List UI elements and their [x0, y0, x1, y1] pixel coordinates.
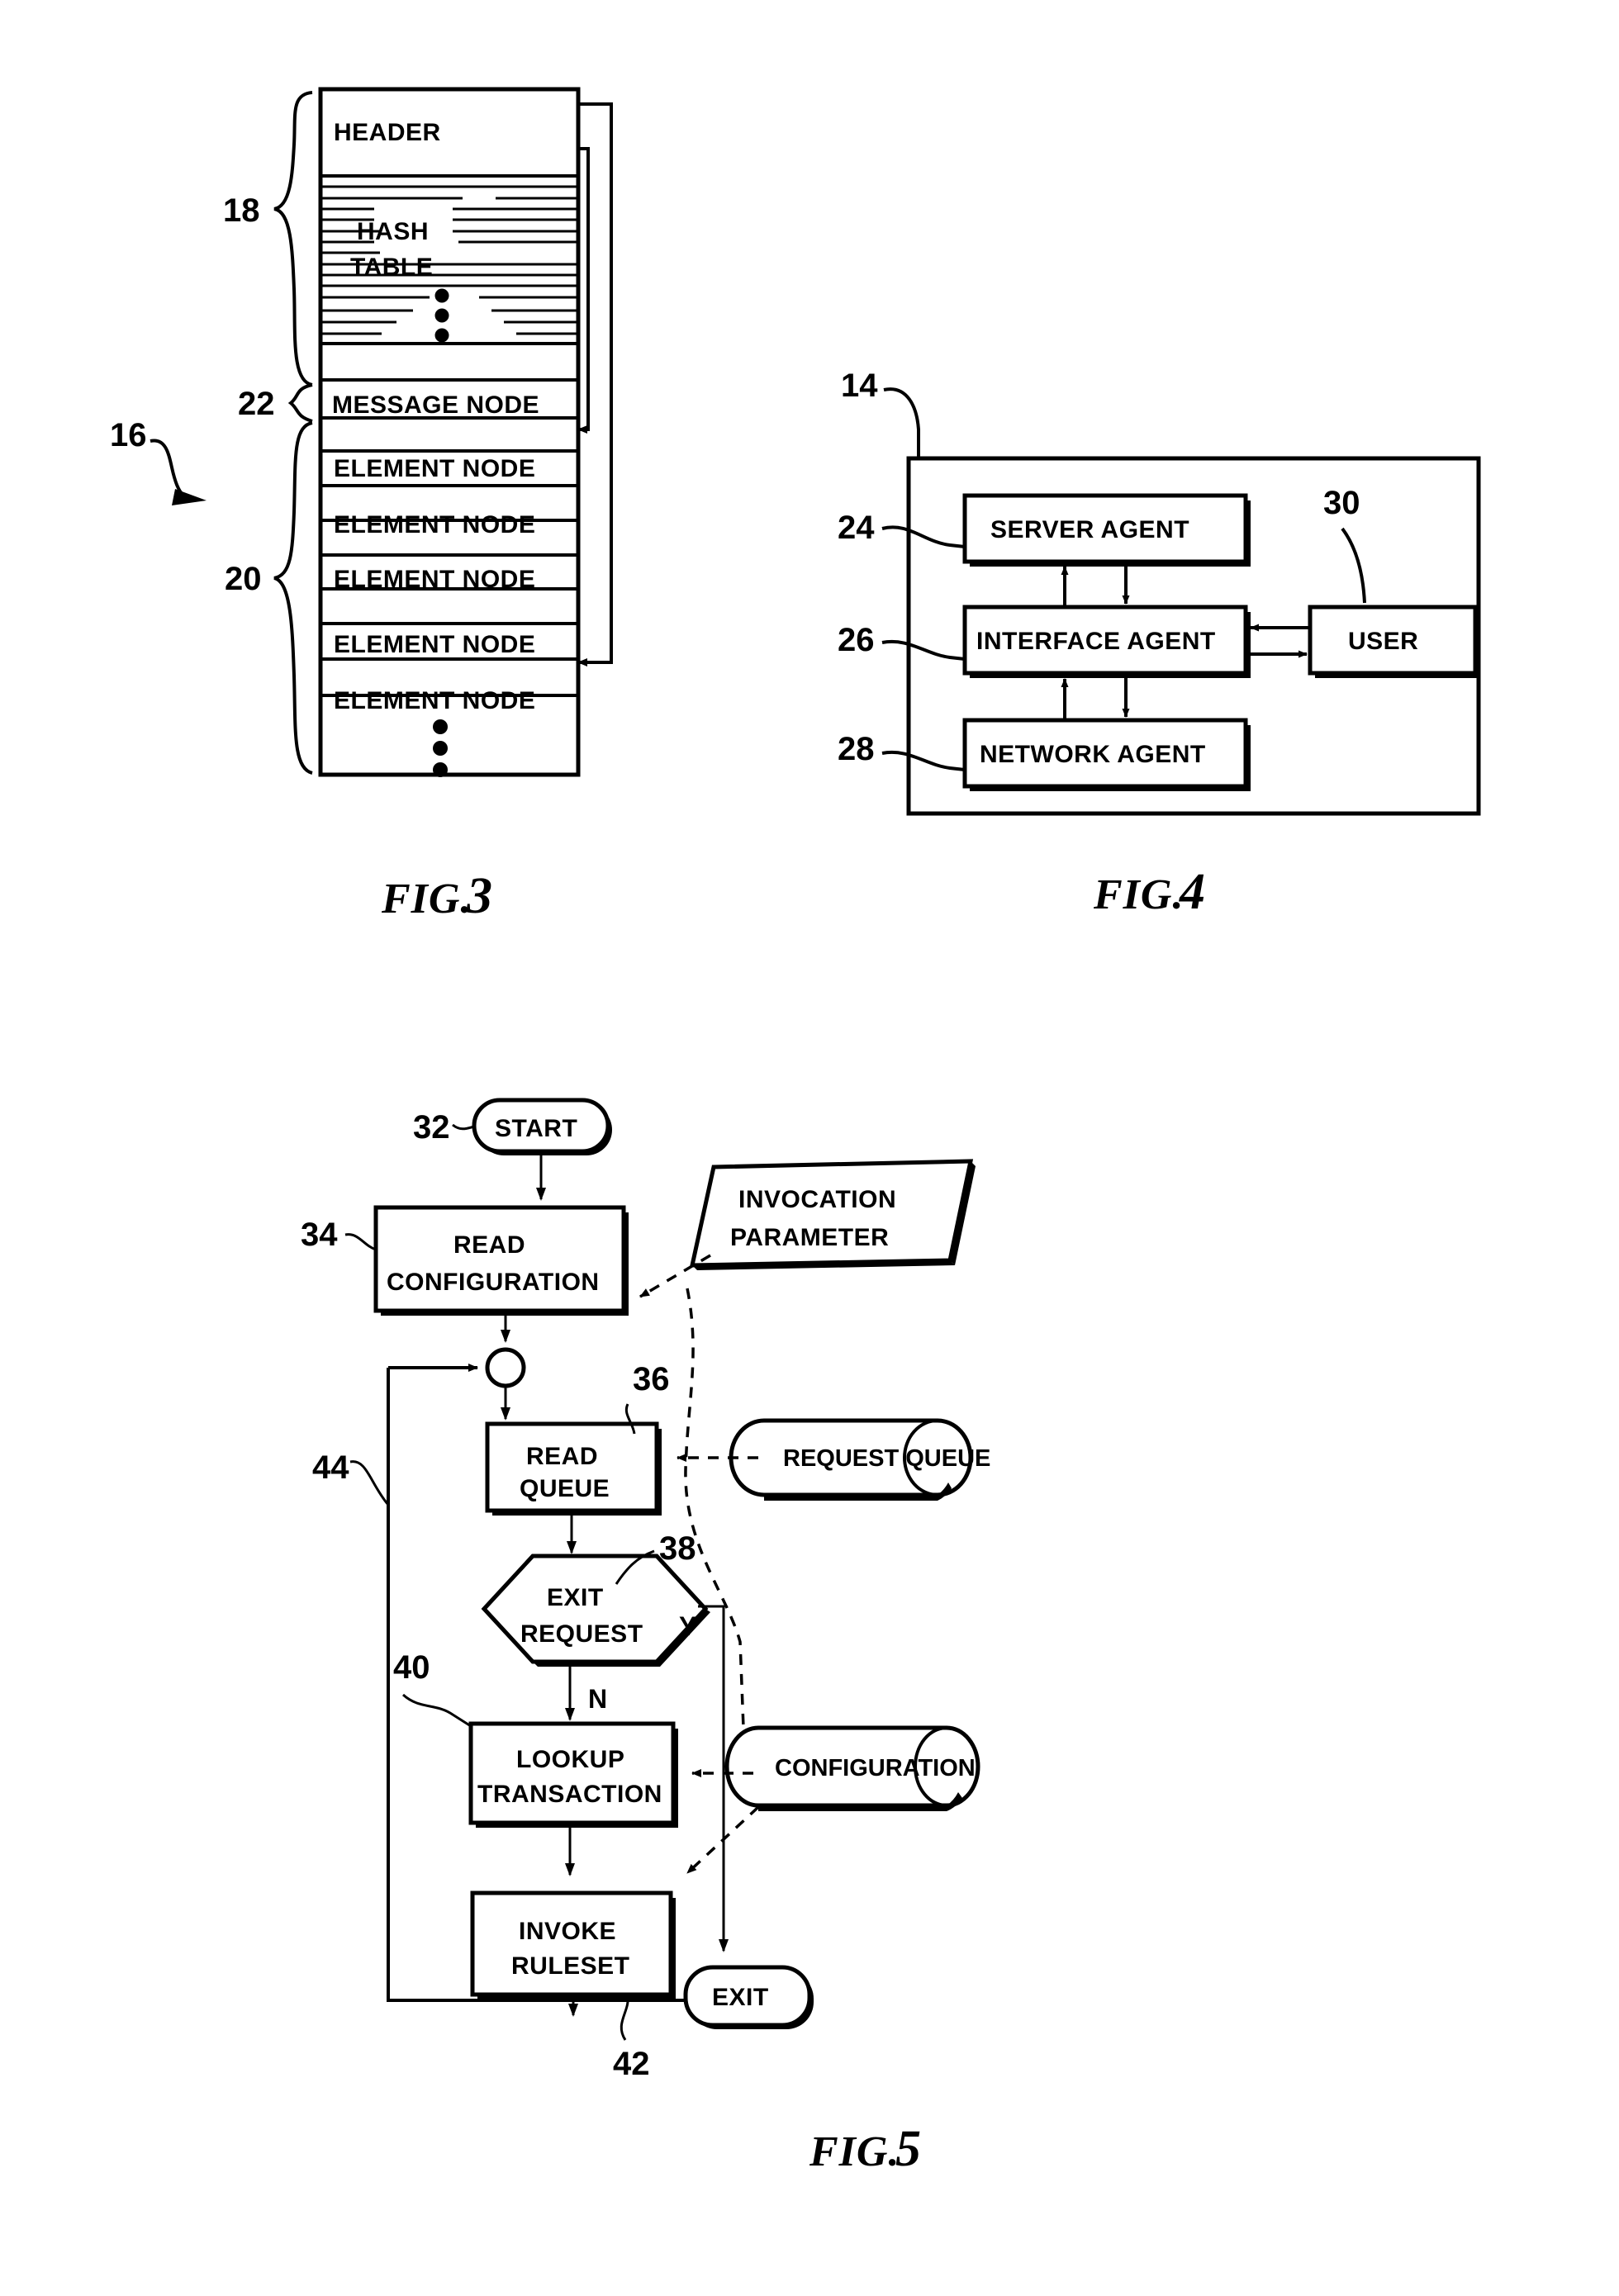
fig3-ref-20: 20 — [225, 561, 262, 597]
figure-3: HEADER HASH TABLE MESSAGE NODE ELEMENT N… — [110, 87, 613, 924]
fig5-ref-34: 34 — [301, 1217, 338, 1253]
fig3-ref-16: 16 — [110, 417, 147, 453]
figure-5: START 32 READ CONFIGURATION 34 INVOCATIO… — [301, 1098, 990, 2177]
fig3-brace-22 — [287, 383, 313, 423]
fig5-exit-request-label-line1: EXIT — [547, 1584, 604, 1611]
fig5-ref-40-leader — [401, 1693, 472, 1728]
fig5-read-config-label-line2: CONFIGURATION — [387, 1269, 600, 1296]
fig3-row-element-node-2-label: ELEMENT NODE — [334, 511, 535, 538]
fig5-exit-label: EXIT — [712, 1984, 769, 2011]
fig4-ref-24: 24 — [838, 510, 875, 546]
fig5-ref-32: 32 — [413, 1109, 450, 1146]
fig3-ref-18: 18 — [223, 192, 260, 229]
fig4-network-agent-label: NETWORK AGENT — [980, 741, 1206, 768]
fig5-start-label: START — [495, 1115, 577, 1142]
fig4-caption: FIG. — [1093, 871, 1184, 918]
fig5-invoke-ruleset-label-line2: RULESET — [511, 1952, 630, 1980]
fig3-row-element-node-5-label: ELEMENT NODE — [334, 687, 535, 714]
fig4-ref-30: 30 — [1323, 485, 1360, 521]
fig4-ref-26: 26 — [838, 622, 875, 658]
fig5-branch-yes-label: Y — [679, 1611, 696, 1641]
fig3-ref-22: 22 — [238, 386, 275, 422]
fig4-ref-14-leader — [883, 387, 920, 458]
fig3-node-stack — [318, 87, 581, 777]
fig3-row-message-node-label: MESSAGE NODE — [332, 391, 539, 419]
fig3-brace-20 — [273, 421, 313, 775]
fig5-lookup-transaction-label-line1: LOOKUP — [516, 1746, 624, 1773]
fig4-ref-14: 14 — [841, 368, 878, 404]
fig3-row-element-node-4-label: ELEMENT NODE — [334, 631, 535, 658]
fig5-ref-34-leader — [344, 1233, 377, 1251]
fig5-configuration-label: CONFIGURATION — [775, 1755, 976, 1781]
fig5-caption: FIG. — [809, 2128, 900, 2175]
fig5-lookup-transaction-label-line2: TRANSACTION — [477, 1781, 662, 1808]
fig5-merge-junction — [485, 1347, 526, 1388]
fig3-hash-table-label-line1: HASH — [357, 218, 429, 245]
fig5-exit-request-label-line2: REQUEST — [520, 1620, 643, 1648]
fig3-caption-number: 3 — [466, 868, 492, 924]
fig4-ref-28: 28 — [838, 731, 875, 767]
fig3-brace-18 — [273, 91, 313, 387]
figure-4: 14 SERVER AGENT 24 INTERFACE AGENT 26 NE… — [838, 368, 1481, 920]
fig4-server-agent-label: SERVER AGENT — [990, 516, 1189, 543]
fig3-ref-16-leader — [150, 439, 185, 497]
fig5-invocation-parameter-label-line2: PARAMETER — [730, 1224, 889, 1251]
fig5-ref-36: 36 — [633, 1361, 670, 1397]
fig5-request-queue-label: REQUEST QUEUE — [783, 1445, 990, 1472]
fig5-ref-44: 44 — [312, 1449, 349, 1486]
fig5-ref-32-leader — [452, 1123, 475, 1131]
fig3-row-element-node-1-label: ELEMENT NODE — [334, 455, 535, 482]
fig5-read-config-label-line1: READ — [453, 1231, 525, 1259]
fig5-read-queue-label-line2: QUEUE — [520, 1475, 610, 1502]
drawing-canvas: HEADER HASH TABLE MESSAGE NODE ELEMENT N… — [110, 87, 1481, 2177]
fig5-branch-no-label: N — [588, 1684, 607, 1714]
fig3-row-header-label: HEADER — [334, 119, 441, 146]
fig5-dashed-config-trunk — [684, 1288, 745, 1729]
fig5-invocation-parameter-label-line1: INVOCATION — [738, 1186, 896, 1213]
fig5-caption-number: 5 — [895, 2121, 921, 2177]
fig4-user-label: USER — [1348, 628, 1418, 655]
fig3-ref-16-arrowhead — [172, 489, 207, 505]
fig5-invoke-ruleset-label-line1: INVOKE — [519, 1918, 616, 1945]
fig3-stack-ellipsis — [433, 719, 448, 777]
fig5-ref-42: 42 — [613, 2046, 650, 2082]
fig3-hash-table-label-line2: TABLE — [350, 254, 433, 281]
fig5-read-queue-label-line1: READ — [526, 1443, 598, 1470]
fig4-interface-agent-label: INTERFACE AGENT — [976, 628, 1216, 655]
fig5-lookup-transaction-box — [468, 1721, 676, 1825]
fig3-row-element-node-3-label: ELEMENT NODE — [334, 566, 535, 593]
fig5-branch-yes-path — [698, 1605, 729, 1952]
fig5-ref-44-leader — [349, 1460, 390, 1506]
fig4-caption-number: 4 — [1179, 864, 1205, 920]
fig5-ref-38: 38 — [659, 1530, 696, 1567]
fig5-ref-42-leader — [620, 1996, 629, 2041]
fig5-ref-40: 40 — [393, 1649, 430, 1686]
fig3-caption: FIG. — [381, 875, 472, 923]
patent-drawing-sheet: HEADER HASH TABLE MESSAGE NODE ELEMENT N… — [0, 0, 1619, 2296]
